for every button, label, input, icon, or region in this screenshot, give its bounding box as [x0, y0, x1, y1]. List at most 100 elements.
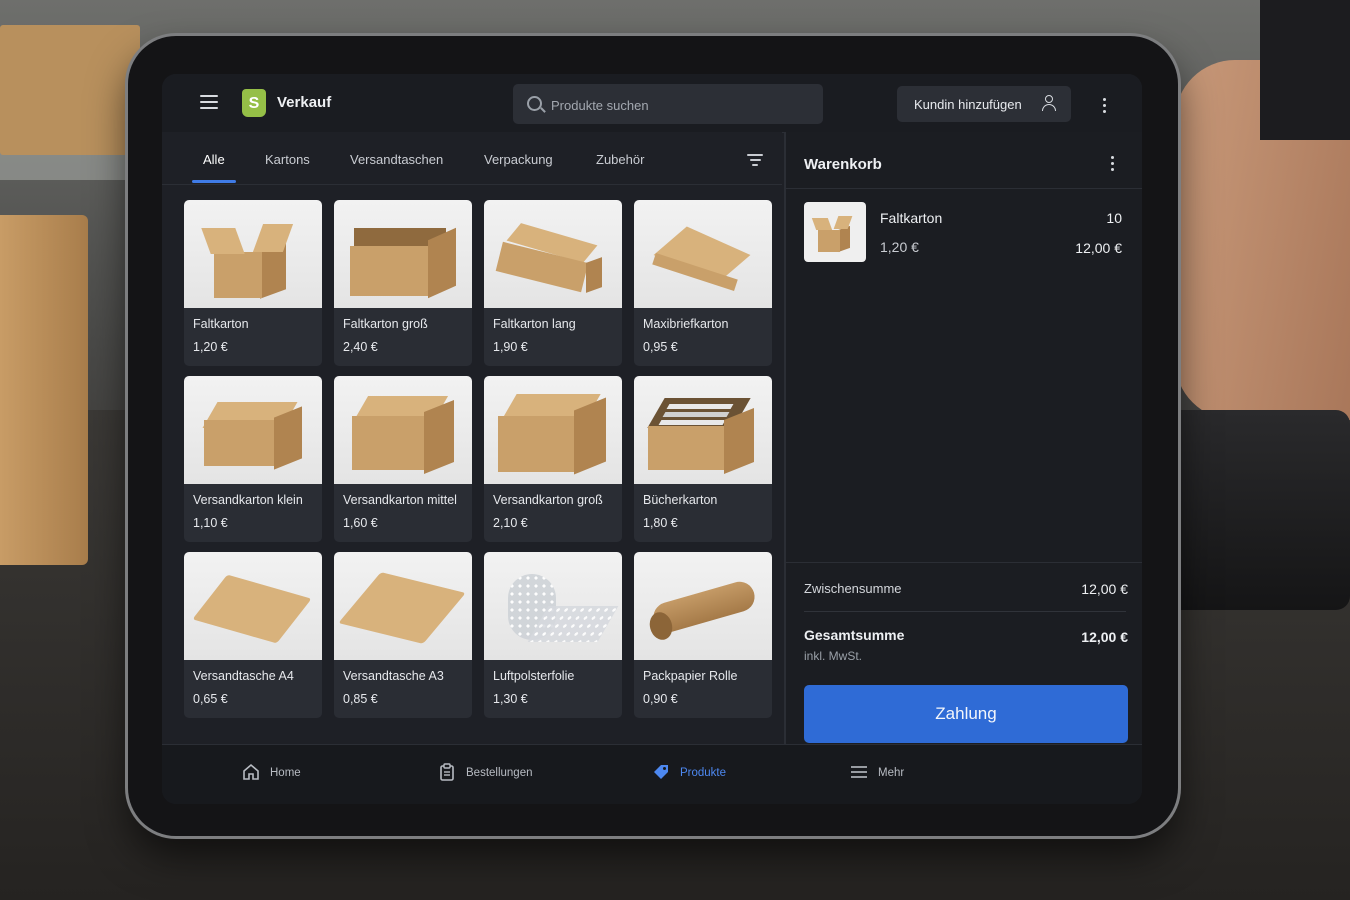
envelope-icon — [334, 552, 472, 660]
product-card[interactable]: Versandtasche A4 0,65 € — [184, 552, 322, 718]
subtotal-value: 12,00 € — [1081, 581, 1128, 597]
product-price: 2,10 € — [493, 516, 528, 530]
cart-panel: Warenkorb Faltkarton 1,20 € 10 12,00 € Z… — [784, 132, 1142, 744]
product-price: 0,85 € — [343, 692, 378, 706]
add-customer-label: Kundin hinzufügen — [914, 97, 1022, 112]
product-card[interactable]: Maxibriefkarton 0,95 € — [634, 200, 772, 366]
product-name: Faltkarton groß — [343, 317, 428, 331]
cart-summary: Zwischensumme 12,00 € Gesamtsumme 12,00 … — [786, 562, 1142, 745]
product-card[interactable]: Faltkarton lang 1,90 € — [484, 200, 622, 366]
more-options-icon[interactable] — [1103, 98, 1107, 116]
product-price: 1,90 € — [493, 340, 528, 354]
bottom-navigation: Home Bestellungen Produkte Mehr — [162, 744, 1142, 804]
open-box-icon — [184, 200, 322, 308]
tag-icon — [654, 765, 668, 779]
product-price: 0,65 € — [193, 692, 228, 706]
nav-label: Mehr — [878, 767, 905, 779]
subtotal-label: Zwischensumme — [804, 581, 902, 596]
total-label: Gesamtsumme — [804, 627, 905, 643]
shopify-logo-icon: S — [242, 89, 266, 117]
product-name: Versandtasche A3 — [343, 669, 444, 683]
product-price: 1,60 € — [343, 516, 378, 530]
product-card[interactable]: Bücherkarton 1,80 € — [634, 376, 772, 542]
product-card[interactable]: Faltkarton groß 2,40 € — [334, 200, 472, 366]
product-name: Versandtasche A4 — [193, 669, 294, 683]
user-icon — [1042, 95, 1056, 111]
nav-label: Bestellungen — [466, 767, 533, 779]
product-name: Luftpolsterfolie — [493, 669, 575, 683]
cart-item-name: Faltkarton — [880, 210, 943, 226]
search-bar[interactable] — [513, 84, 823, 126]
tab-zubehoer[interactable]: Zubehör — [596, 152, 644, 167]
hamburger-menu-icon[interactable] — [200, 95, 218, 109]
active-tab-indicator — [192, 180, 236, 183]
book-box-icon — [634, 376, 772, 484]
product-card[interactable]: Versandtasche A3 0,85 € — [334, 552, 472, 718]
divider — [804, 611, 1126, 612]
orders-icon — [440, 763, 454, 781]
pay-button[interactable]: Zahlung — [804, 685, 1128, 743]
open-box-icon — [804, 202, 866, 262]
home-icon — [243, 763, 259, 780]
bubble-wrap-icon — [484, 552, 622, 660]
cart-item-quantity: 10 — [1106, 210, 1122, 226]
top-bar: S Verkauf Kundin hinzufügen — [162, 74, 1142, 133]
card-reader — [1160, 410, 1350, 610]
product-card[interactable]: Versandkarton groß 2,10 € — [484, 376, 622, 542]
product-name: Versandkarton groß — [493, 493, 603, 507]
product-name: Faltkarton — [193, 317, 249, 331]
search-input[interactable] — [549, 84, 813, 126]
tab-alle[interactable]: Alle — [203, 152, 225, 167]
product-card[interactable]: Versandkarton klein 1,10 € — [184, 376, 322, 542]
product-card[interactable]: Versandkarton mittel 1,60 € — [334, 376, 472, 542]
pos-screen: S Verkauf Kundin hinzufügen Alle Kartons… — [162, 74, 1142, 804]
background-box — [0, 25, 140, 155]
add-customer-button[interactable]: Kundin hinzufügen — [897, 86, 1071, 122]
cart-item-total: 12,00 € — [1075, 240, 1122, 256]
product-card[interactable]: Luftpolsterfolie 1,30 € — [484, 552, 622, 718]
product-name: Bücherkarton — [643, 493, 718, 507]
paper-roll-icon — [634, 552, 772, 660]
cart-item-unit-price: 1,20 € — [880, 239, 919, 255]
background-box — [0, 215, 88, 565]
closed-box-icon — [184, 376, 322, 484]
envelope-icon — [184, 552, 322, 660]
product-price: 1,10 € — [193, 516, 228, 530]
product-name: Versandkarton klein — [193, 493, 303, 507]
product-name: Faltkarton lang — [493, 317, 576, 331]
cart-header: Warenkorb — [786, 132, 1142, 189]
total-value: 12,00 € — [1081, 629, 1128, 645]
product-name: Maxibriefkarton — [643, 317, 729, 331]
long-box-icon — [484, 200, 622, 308]
tab-kartons[interactable]: Kartons — [265, 152, 310, 167]
product-price: 2,40 € — [343, 340, 378, 354]
cart-title: Warenkorb — [804, 156, 882, 173]
nav-label: Home — [270, 767, 301, 779]
cart-options-icon[interactable] — [1111, 156, 1115, 174]
tax-note: inkl. MwSt. — [804, 649, 863, 663]
cart-item[interactable]: Faltkarton 1,20 € 10 12,00 € — [786, 188, 1142, 272]
category-tabs: Alle Kartons Versandtaschen Verpackung Z… — [162, 132, 782, 185]
tab-versandtaschen[interactable]: Versandtaschen — [350, 152, 443, 167]
closed-box-icon — [484, 376, 622, 484]
menu-icon — [851, 766, 867, 778]
product-card[interactable]: Packpapier Rolle 0,90 € — [634, 552, 772, 718]
product-price: 0,95 € — [643, 340, 678, 354]
background-sleeve — [1260, 0, 1350, 140]
product-name: Packpapier Rolle — [643, 669, 738, 683]
product-card[interactable]: Faltkarton 1,20 € — [184, 200, 322, 366]
flat-box-icon — [634, 200, 772, 308]
nav-label: Produkte — [680, 767, 727, 779]
product-price: 0,90 € — [643, 692, 678, 706]
tab-verpackung[interactable]: Verpackung — [484, 152, 553, 167]
app-title: Verkauf — [277, 94, 332, 111]
product-price: 1,80 € — [643, 516, 678, 530]
product-price: 1,20 € — [193, 340, 228, 354]
open-box-large-icon — [334, 200, 472, 308]
search-icon — [527, 96, 542, 111]
product-price: 1,30 € — [493, 692, 528, 706]
closed-box-icon — [334, 376, 472, 484]
product-name: Versandkarton mittel — [343, 493, 457, 507]
product-panel: Alle Kartons Versandtaschen Verpackung Z… — [162, 132, 782, 744]
filter-icon[interactable] — [747, 154, 763, 166]
